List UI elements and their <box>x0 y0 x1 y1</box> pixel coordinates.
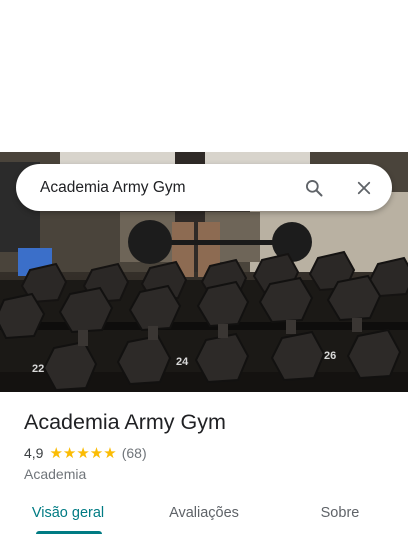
rating-value: 4,9 <box>24 445 44 461</box>
close-icon[interactable] <box>352 176 376 200</box>
tab-reviews[interactable]: Avaliações <box>136 498 272 538</box>
tab-reviews-label: Avaliações <box>169 505 239 521</box>
place-title: Academia Army Gym <box>24 410 226 434</box>
active-tab-indicator <box>36 531 102 534</box>
search-bar[interactable]: Academia Army Gym <box>16 164 392 211</box>
place-info-panel: Academia Army Gym 4,9 ★★★★★ (68) Academi… <box>0 392 408 544</box>
plate-label-22: 22 <box>32 363 44 375</box>
search-input[interactable]: Academia Army Gym <box>40 179 302 197</box>
tab-overview[interactable]: Visão geral <box>0 498 136 538</box>
place-tabs: Visão geral Avaliações Sobre <box>0 498 408 538</box>
rating-row[interactable]: 4,9 ★★★★★ (68) <box>24 444 147 462</box>
tab-overview-label: Visão geral <box>31 505 105 521</box>
map-blank-area <box>0 0 408 152</box>
tab-about[interactable]: Sobre <box>272 498 408 538</box>
search-icon[interactable] <box>302 176 326 200</box>
tab-about-label: Sobre <box>320 505 360 521</box>
review-count[interactable]: (68) <box>122 445 147 461</box>
plate-label-24: 24 <box>176 356 189 368</box>
star-rating-icon: ★★★★★ <box>49 445 117 462</box>
place-category[interactable]: Academia <box>24 466 86 482</box>
plate-label-26: 26 <box>324 350 336 362</box>
